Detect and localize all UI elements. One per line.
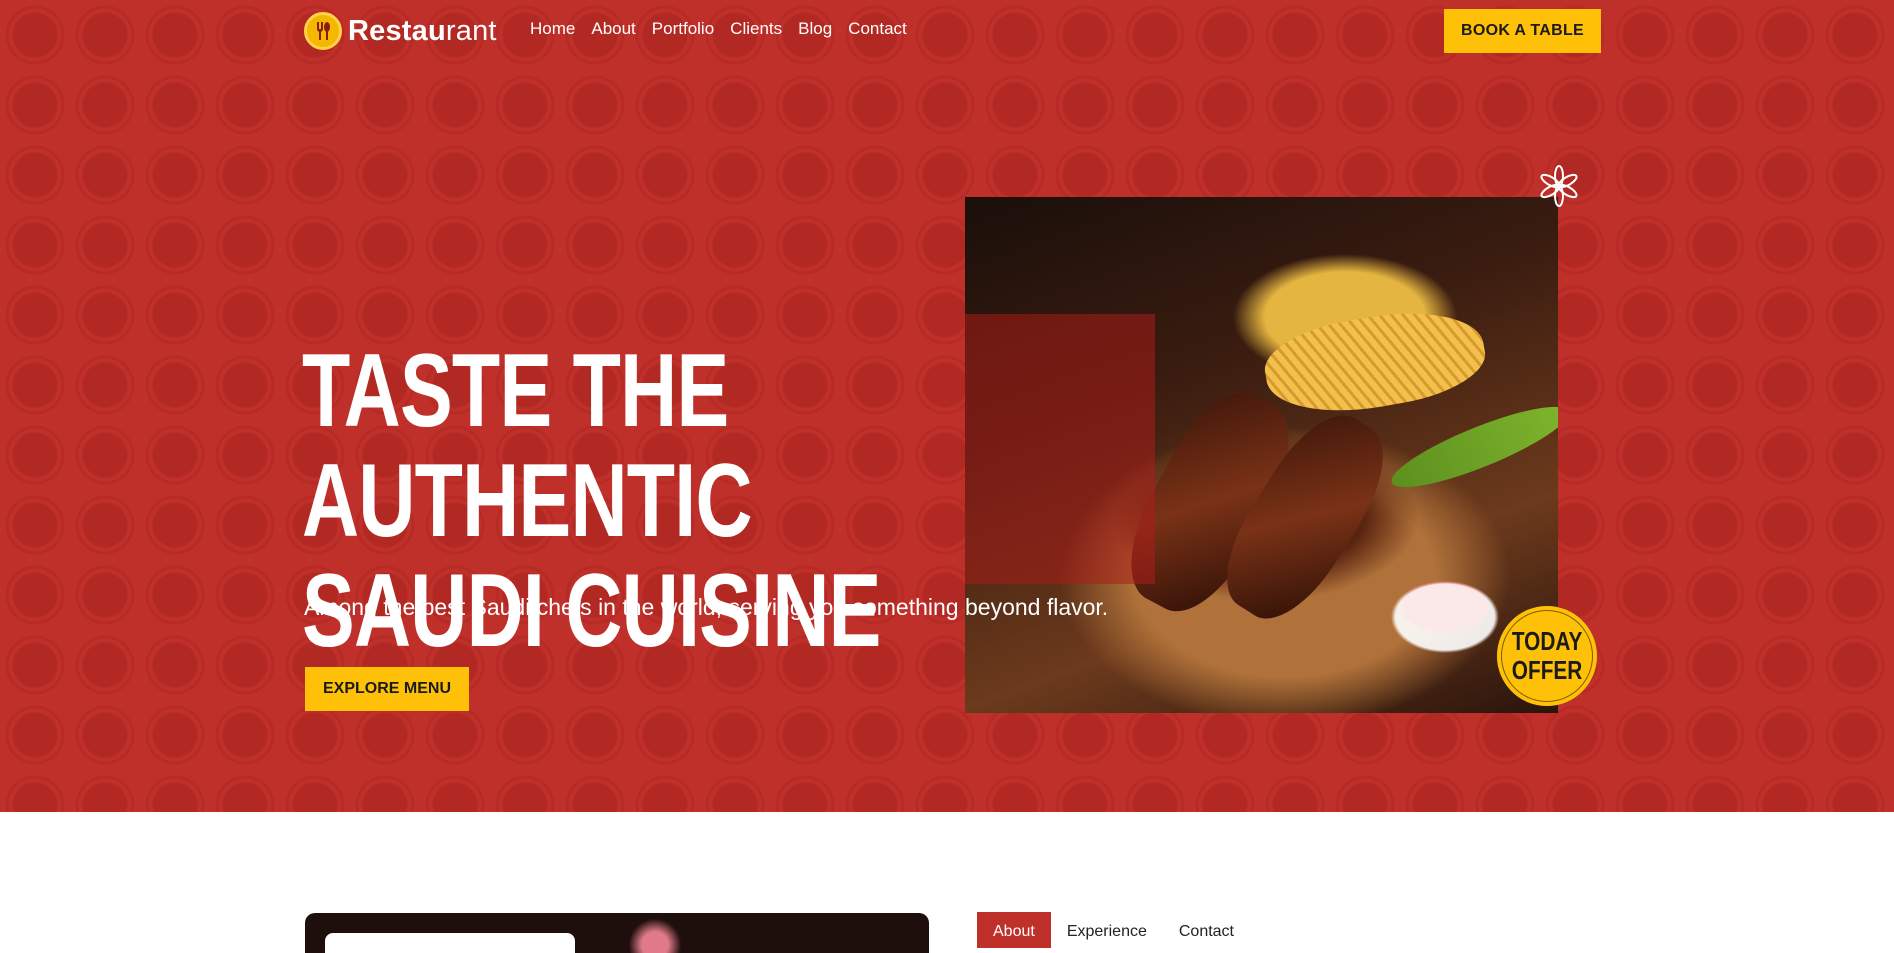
pepper-shape — [1384, 392, 1558, 502]
tab-experience[interactable]: Experience — [1051, 912, 1163, 948]
lower-card-glow — [625, 913, 685, 953]
tab-about[interactable]: About — [977, 912, 1051, 948]
lower-card-panel — [325, 933, 575, 953]
badge-line-2: OFFER — [1511, 655, 1583, 685]
tab-contact[interactable]: Contact — [1163, 912, 1250, 948]
nav-portfolio[interactable]: Portfolio — [652, 19, 714, 39]
hero-section: Restaurant Home About Portfolio Clients … — [0, 0, 1894, 812]
lower-tabs: About Experience Contact — [977, 912, 1250, 948]
hero-food-image — [965, 197, 1558, 713]
main-nav: Home About Portfolio Clients Blog Contac… — [530, 19, 907, 39]
hero-subtitle: Among the best Saudi chefs in the world,… — [304, 594, 1109, 620]
nav-home[interactable]: Home — [530, 19, 575, 39]
badge-line-1: TODAY — [1511, 626, 1583, 656]
hero-title-line-1: TASTE THE AUTHENTIC — [302, 333, 753, 559]
star-flower-icon — [1540, 165, 1578, 207]
nav-contact[interactable]: Contact — [848, 19, 907, 39]
today-offer-badge[interactable]: TODAY OFFER — [1497, 606, 1597, 706]
book-table-button[interactable]: BOOK A TABLE — [1444, 9, 1601, 53]
fork-spoon-icon — [304, 12, 342, 50]
nav-blog[interactable]: Blog — [798, 19, 832, 39]
fries-shape — [1258, 298, 1492, 426]
brand-name-bold: Restau — [348, 14, 446, 47]
nav-about[interactable]: About — [591, 19, 635, 39]
brand-logo[interactable]: Restaurant — [304, 12, 497, 50]
nav-clients[interactable]: Clients — [730, 19, 782, 39]
lower-image-card — [305, 913, 929, 953]
brand-name-light: rant — [445, 14, 497, 47]
image-overlay — [965, 314, 1155, 584]
brand-name: Restaurant — [348, 15, 497, 48]
explore-menu-button[interactable]: EXPLORE MENU — [305, 667, 469, 711]
